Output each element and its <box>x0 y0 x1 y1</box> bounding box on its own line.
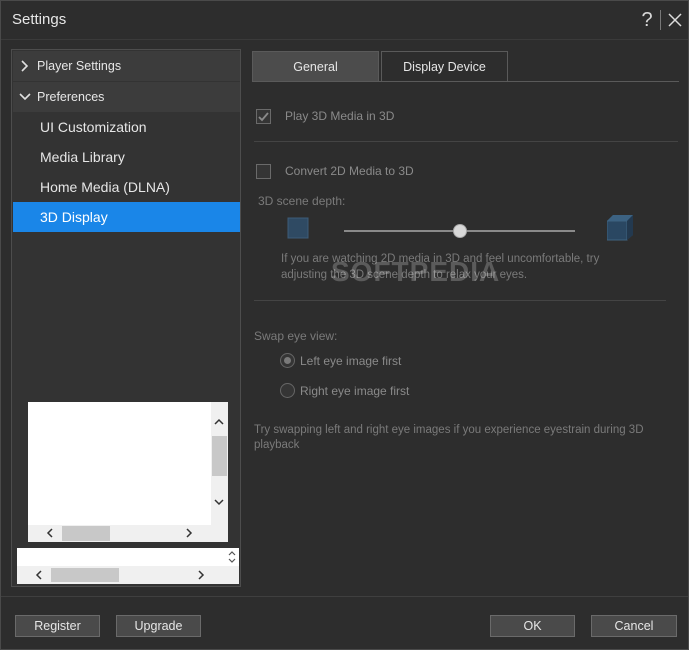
chevron-up-icon[interactable] <box>213 416 225 428</box>
tree-group-preferences[interactable]: Preferences <box>13 82 240 112</box>
chevron-left-icon[interactable] <box>44 527 56 539</box>
scene-depth-slider-thumb[interactable] <box>452 224 467 238</box>
ok-button[interactable]: OK <box>490 615 575 637</box>
play-3d-checkbox[interactable] <box>256 109 271 124</box>
large-cube-icon <box>607 215 633 241</box>
close-button[interactable] <box>665 9 685 31</box>
window-title: Settings <box>12 11 67 28</box>
close-icon <box>668 13 682 27</box>
help-button[interactable]: ? <box>637 7 657 33</box>
tree-item-3d-display[interactable]: 3D Display <box>13 202 240 232</box>
chevron-right-icon[interactable] <box>195 569 207 581</box>
preview-area <box>28 402 228 542</box>
tree-group-label: Preferences <box>37 90 105 104</box>
title-separator <box>660 10 661 30</box>
chevron-down-icon <box>15 82 35 112</box>
chevron-down-icon[interactable] <box>213 496 225 508</box>
tab-divider <box>252 81 679 82</box>
horizontal-scrollbar-bottom[interactable] <box>17 566 239 584</box>
left-eye-label: Left eye image first <box>300 354 402 368</box>
title-bar: Settings ? <box>1 1 688 39</box>
play-3d-label: Play 3D Media in 3D <box>285 109 395 123</box>
spin-input[interactable] <box>17 548 239 566</box>
left-eye-radio[interactable] <box>280 353 295 368</box>
scrollbar-thumb[interactable] <box>62 526 110 541</box>
watermark: SOFTPEDIA <box>331 256 501 287</box>
chevron-right-icon[interactable] <box>183 527 195 539</box>
right-eye-label: Right eye image first <box>300 384 410 398</box>
convert-2d-checkbox[interactable] <box>256 164 271 179</box>
tab-display-device[interactable]: Display Device <box>381 51 508 81</box>
checkmark-icon <box>258 112 269 122</box>
section-divider <box>254 141 678 142</box>
settings-tree: Player Settings Preferences UI Customiza… <box>11 49 241 587</box>
tree-group-player-settings[interactable]: Player Settings <box>13 51 240 81</box>
register-button[interactable]: Register <box>15 615 100 637</box>
tree-group-label: Player Settings <box>37 59 122 73</box>
swap-hint-line2: playback <box>254 439 300 451</box>
footer-divider <box>1 596 688 597</box>
convert-2d-label: Convert 2D Media to 3D <box>285 164 414 178</box>
scrollbar-corner <box>211 525 228 542</box>
chevron-left-icon[interactable] <box>33 569 45 581</box>
swap-hint-line1: Try swapping left and right eye images i… <box>254 424 644 436</box>
scrollbar-thumb[interactable] <box>51 568 119 582</box>
tree-item-home-media[interactable]: Home Media (DLNA) <box>13 172 240 202</box>
swap-eye-label: Swap eye view: <box>254 329 338 343</box>
tree-item-ui-customization[interactable]: UI Customization <box>13 112 240 142</box>
horizontal-scrollbar[interactable] <box>28 525 211 542</box>
tab-general[interactable]: General <box>252 51 379 81</box>
settings-window: Settings ? Player Settings Preferences U… <box>0 0 689 650</box>
section-divider <box>254 300 666 301</box>
scrollbar-thumb[interactable] <box>212 436 227 476</box>
scene-depth-label: 3D scene depth: <box>258 194 346 208</box>
small-cube-icon <box>287 217 309 239</box>
upgrade-button[interactable]: Upgrade <box>116 615 201 637</box>
tree-item-media-library[interactable]: Media Library <box>13 142 240 172</box>
spinner-icon[interactable] <box>228 549 236 565</box>
vertical-scrollbar[interactable] <box>211 402 228 525</box>
chevron-right-icon <box>15 51 35 81</box>
right-eye-radio[interactable] <box>280 383 295 398</box>
title-divider <box>1 39 688 40</box>
cancel-button[interactable]: Cancel <box>591 615 677 637</box>
